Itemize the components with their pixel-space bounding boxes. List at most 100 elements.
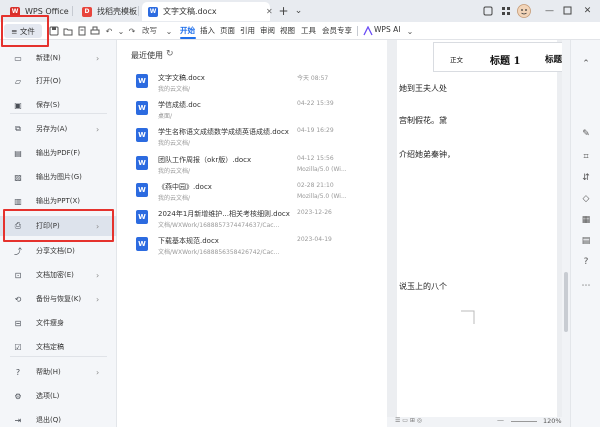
export-pdf-icon[interactable] bbox=[76, 25, 88, 37]
crop-icon[interactable]: ⌗ bbox=[580, 151, 592, 163]
open-folder-icon[interactable] bbox=[62, 25, 74, 37]
undo-icon[interactable]: ↶ bbox=[103, 25, 115, 37]
tab-separator bbox=[72, 6, 73, 16]
recent-file-item[interactable]: W 2024年1月新增维护...相关考核细则.docx 文档/WXWork/1688… bbox=[117, 206, 387, 233]
word-doc-icon: W bbox=[136, 237, 148, 251]
menu-item-label: 帮助(H) bbox=[36, 368, 61, 376]
pen-icon[interactable]: ✎ bbox=[580, 128, 592, 140]
file-path: 桌面/ bbox=[158, 113, 173, 120]
print-icon[interactable] bbox=[89, 25, 101, 37]
redo-icon[interactable]: ↷ bbox=[126, 25, 138, 37]
status-bar: ☰ ▭ ⊞ ◎ — 120% bbox=[387, 416, 570, 427]
tab-view[interactable]: 视图 bbox=[280, 25, 295, 36]
new-file-icon: ▭ bbox=[14, 53, 22, 63]
menu-item-help[interactable]: ? 帮助(H) › bbox=[0, 362, 117, 382]
writer-icon: W bbox=[148, 6, 158, 17]
menu-item-finalize[interactable]: ☑ 文档定稿 bbox=[0, 337, 117, 357]
toolbar: ≡ 文件 ↶ ⌄ ↷ 改写 ⌄ 开始 插入 页面 引用 审阅 视图 工具 会员专… bbox=[0, 22, 600, 40]
scrollbar-thumb[interactable] bbox=[564, 272, 568, 332]
menu-item-exit[interactable]: ⇥ 退出(Q) bbox=[0, 410, 117, 427]
tab-member[interactable]: 会员专享 bbox=[322, 25, 352, 36]
style-icon[interactable]: ▤ bbox=[580, 235, 592, 247]
lock-icon: ⊡ bbox=[14, 270, 22, 280]
file-source: Mozilla/5.0 (Wi... bbox=[297, 193, 347, 200]
menu-item-share[interactable]: ⤴ 分享文档(D) bbox=[0, 241, 117, 261]
menu-item-compress[interactable]: ⊟ 文件瘦身 bbox=[0, 313, 117, 333]
open-folder-icon: ▱ bbox=[14, 76, 22, 86]
recent-file-item[interactable]: W 文字文稿.docx 我的云文档/今天 08:57 bbox=[117, 70, 387, 97]
menu-item-open-folder[interactable]: ▱ 打开(O) bbox=[0, 71, 117, 91]
apps-icon[interactable] bbox=[498, 3, 513, 18]
refresh-icon[interactable]: ↻ bbox=[166, 49, 174, 59]
recent-file-item[interactable]: W 学信成绩.doc 桌面/04-22 15:39 bbox=[117, 97, 387, 124]
tab-references[interactable]: 引用 bbox=[240, 25, 255, 36]
overwrite-toggle[interactable]: 改写 bbox=[142, 25, 157, 36]
word-doc-icon: W bbox=[136, 128, 148, 142]
file-path: 我的云文档/ bbox=[158, 168, 191, 175]
close-window-icon[interactable]: ✕ bbox=[580, 3, 595, 18]
menu-item-image-export[interactable]: ▨ 输出为图片(G) bbox=[0, 167, 117, 187]
recent-title: 最近使用 bbox=[131, 51, 163, 60]
file-name: 下载基本规范.docx bbox=[158, 237, 219, 245]
highlight-print-item bbox=[3, 209, 114, 242]
recent-file-item[interactable]: W 团队工作周报（okr版）.docx 我的云文档/04-12 15:56 Mozil… bbox=[117, 152, 387, 179]
chevron-down-icon[interactable]: ⌄ bbox=[163, 25, 175, 37]
save-icon[interactable] bbox=[48, 25, 60, 37]
tab-docer[interactable]: D 找稻壳模板 bbox=[76, 2, 143, 21]
avatar[interactable] bbox=[516, 3, 531, 18]
document-line: 介绍她弟秦钟， bbox=[399, 150, 455, 159]
tab-page[interactable]: 页面 bbox=[220, 25, 235, 36]
menu-item-backup[interactable]: ⟲ 备份与恢复(K) › bbox=[0, 289, 117, 309]
minimize-icon[interactable]: — bbox=[542, 3, 557, 18]
file-time: 04-19 16:29 bbox=[297, 127, 334, 134]
tab-insert[interactable]: 插入 bbox=[200, 25, 215, 36]
menu-item-ppt-export[interactable]: ▥ 输出为PPT(X) bbox=[0, 191, 117, 211]
more-icon[interactable]: ⋯ bbox=[580, 280, 592, 292]
file-path: 我的云文档/ bbox=[158, 86, 191, 93]
new-tab-button[interactable]: + bbox=[276, 3, 291, 18]
pin-icon[interactable]: ⌃ bbox=[580, 58, 592, 70]
file-name: 团队工作周报（okr版）.docx bbox=[158, 156, 252, 164]
close-tab-icon[interactable]: ✕ bbox=[266, 7, 273, 16]
tab-tools[interactable]: 工具 bbox=[301, 25, 316, 36]
tab-separator bbox=[138, 6, 139, 16]
style-normal[interactable]: 正文 bbox=[450, 54, 463, 64]
zoom-level[interactable]: 120% bbox=[543, 417, 562, 425]
vertical-scrollbar[interactable] bbox=[562, 40, 570, 417]
recent-files-panel: 最近使用 ↻ W 文字文稿.docx 我的云文档/今天 08:57 W 学信成绩.doc… bbox=[117, 40, 387, 427]
tab-review[interactable]: 审阅 bbox=[260, 25, 275, 36]
menu-item-lock[interactable]: ⊡ 文档加密(E) › bbox=[0, 265, 117, 285]
zoom-out-icon[interactable]: — bbox=[497, 416, 504, 424]
zoom-slider[interactable] bbox=[511, 421, 537, 422]
maximize-icon[interactable] bbox=[560, 3, 575, 18]
menu-item-new-file[interactable]: ▭ 新建(N) › bbox=[0, 48, 117, 68]
document-page[interactable]: 她到王夫人处 宫制假花。黛 介绍她弟秦钟， 说玉上的八个 bbox=[397, 40, 557, 417]
menu-item-options[interactable]: ⚙ 选项(L) bbox=[0, 386, 117, 406]
save-as-icon: ⧉ bbox=[15, 124, 21, 133]
style-heading-1[interactable]: 标题 1 bbox=[490, 52, 520, 67]
tab-home[interactable]: 开始 bbox=[180, 25, 195, 36]
menu-item-save-as[interactable]: ⧉ 另存为(A) › bbox=[0, 119, 117, 139]
recent-file-item[interactable]: W 下载基本规范.docx 文档/WXWork/1688856358426742/C… bbox=[117, 233, 387, 260]
menu-item-pdf[interactable]: ▤ 输出为PDF(F) bbox=[0, 143, 117, 163]
file-path: 我的云文档/ bbox=[158, 195, 191, 202]
tab-document[interactable]: W 文字文稿.docx ✕ bbox=[142, 2, 273, 21]
grid-icon[interactable]: ▦ bbox=[580, 214, 592, 226]
chevron-down-icon[interactable]: ⌄ bbox=[404, 25, 416, 37]
view-icons[interactable]: ☰ ▭ ⊞ ◎ bbox=[395, 417, 422, 424]
document-line: 说玉上的八个 bbox=[399, 282, 447, 291]
right-sidebar: ⌃ ✎ ⌗ ⇵ ◇ ▦ ▤ ? ⋯ bbox=[570, 40, 600, 427]
menu-item-save[interactable]: ▣ 保存(S) bbox=[0, 95, 117, 115]
finalize-icon: ☑ bbox=[14, 342, 22, 352]
wps-ai-icon bbox=[362, 25, 374, 37]
recent-file-item[interactable]: W 学生名称语文成绩数学成绩英语成绩.docx 我的云文档/04-19 16:29 bbox=[117, 124, 387, 151]
active-tab-underline bbox=[180, 37, 196, 39]
tab-list-button[interactable]: ⌄ bbox=[291, 3, 306, 18]
shape-icon[interactable]: ◇ bbox=[580, 193, 592, 205]
image-export-icon: ▨ bbox=[14, 172, 22, 182]
window-layout-icon[interactable] bbox=[480, 3, 495, 18]
help-icon[interactable]: ? bbox=[580, 256, 592, 268]
adjust-icon[interactable]: ⇵ bbox=[580, 172, 592, 184]
recent-file-item[interactable]: W 《燕中园》.docx 我的云文档/02-28 21:10 Mozilla/5.0 … bbox=[117, 179, 387, 206]
wps-ai-button[interactable]: WPS AI bbox=[374, 25, 400, 34]
